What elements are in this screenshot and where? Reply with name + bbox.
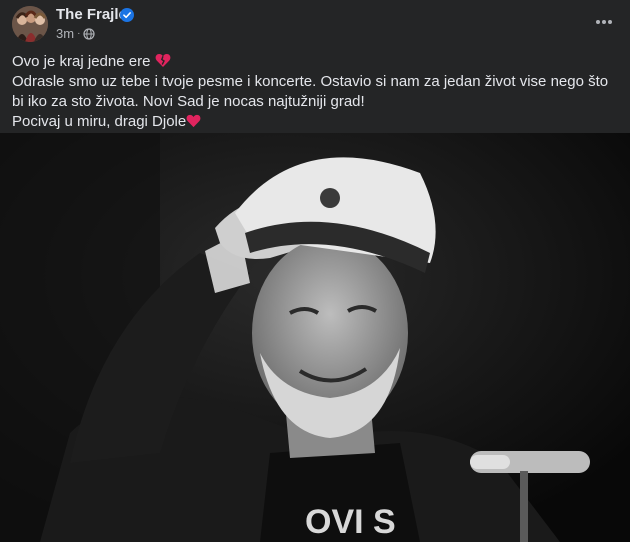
post-meta: 3m · (56, 26, 96, 41)
post-options-button[interactable] (592, 10, 616, 34)
more-horizontal-icon (596, 20, 612, 24)
shirt-print-text: OVI S (305, 503, 396, 541)
post-header: The Frajle 3m · (0, 0, 630, 46)
post-photo-image: OVI S (0, 133, 630, 542)
post-message: Ovo je kraj jedne ere Odrasle smo uz teb… (12, 52, 618, 132)
post-line: Ovo je kraj jedne ere (12, 52, 618, 72)
author-avatar[interactable] (12, 6, 48, 42)
post-line: Pocivaj u miru, dragi Djole (12, 112, 618, 132)
post-line: Odrasle smo uz tebe i tvoje pesme i konc… (12, 73, 609, 110)
post-timestamp[interactable]: 3m (56, 26, 74, 41)
avatar-image (12, 6, 48, 42)
facebook-post: The Frajle 3m · Ovo je kraj jedne ere Od… (0, 0, 630, 542)
post-line-text: Ovo je kraj jedne ere (12, 53, 151, 70)
author-name[interactable]: The Frajle (56, 6, 127, 23)
meta-separator: · (77, 28, 81, 39)
verified-badge-icon (120, 8, 134, 22)
globe-icon[interactable] (83, 27, 96, 40)
post-photo[interactable]: OVI S (0, 133, 630, 542)
post-line-text: Pocivaj u miru, dragi Djole (12, 113, 187, 130)
red-heart-icon (186, 114, 201, 128)
broken-heart-icon (155, 54, 170, 67)
